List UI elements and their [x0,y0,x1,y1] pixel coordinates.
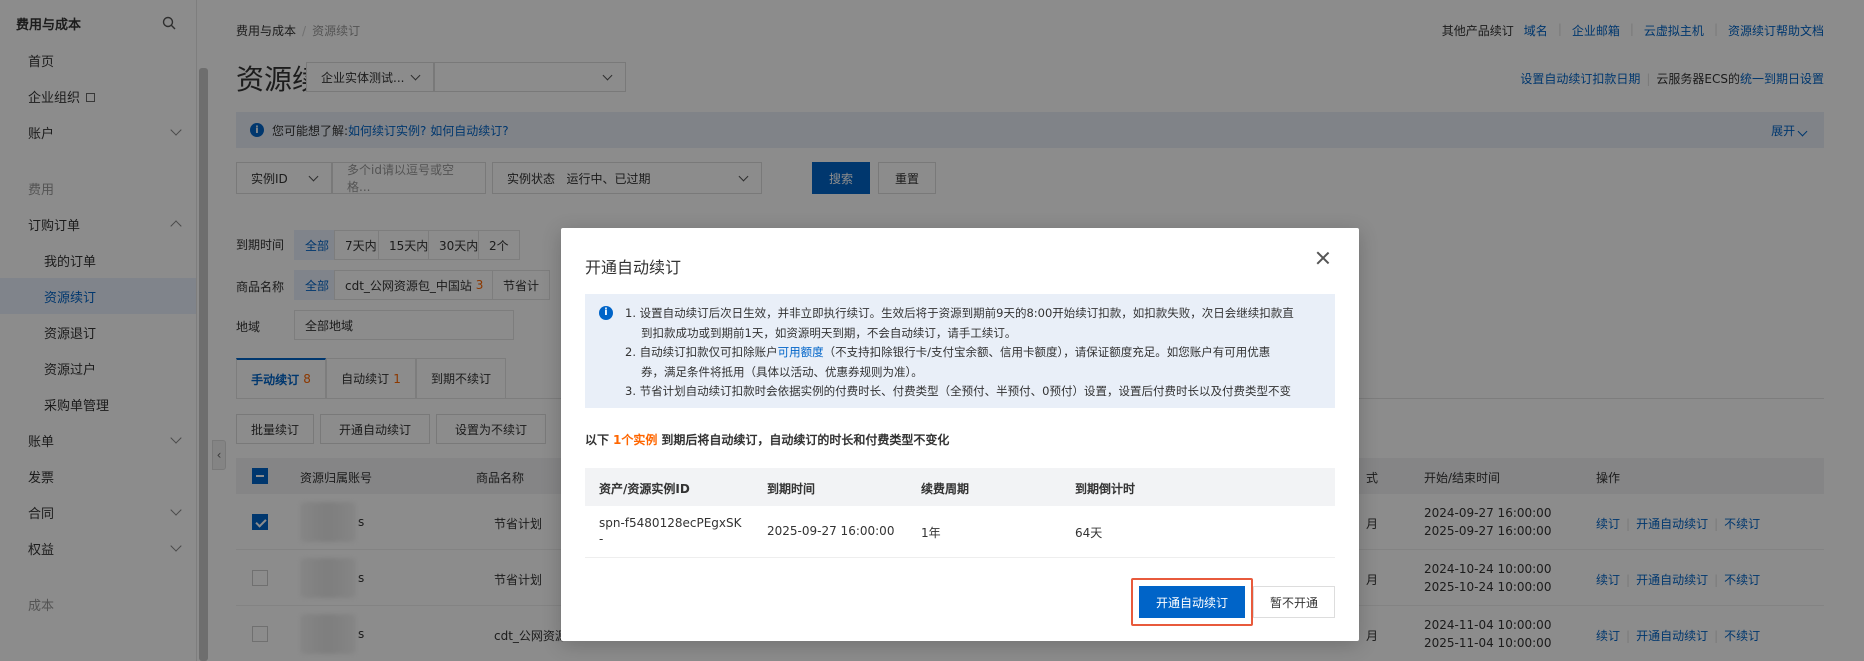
notice-line-3: 3. 节省计划自动续订扣款时会依据实例的付费时长、付费类型（全预付、半预付、0预… [625,384,1291,398]
notice-line-1a: 1. 设置自动续订后次日生效，并非立即执行续订。生效后将于资源到期前9天的8:0… [625,306,1294,320]
col-countdown: 到期倒计时 [1075,482,1136,496]
info-icon: i [599,306,613,320]
summary-suffix: 到期后将自动续订，自动续订的时长和付费类型不变化 [661,433,950,447]
notice-line-2-suffix: （不支持扣除银行卡/支付宝余额、信用卡额度），请保证额度充足。如您账户有可用优惠 [823,345,1271,359]
dialog-title: 开通自动续订 [585,258,682,277]
dialog-table-row: spn-f5480128ecPEgxSK - 2025-09-27 16:00:… [585,506,1335,558]
notice-line-1b: 到扣款成功或到期前1天，如资源明天到期，不会自动续订，请手工续订。 [641,325,1017,340]
summary-count: 1个实例 [613,433,658,447]
summary-prefix: 以下 [585,433,610,447]
col-period: 续费周期 [921,482,970,496]
instance-id-extra: - [599,532,604,546]
instance-countdown: 64天 [1075,526,1103,540]
available-credit-link[interactable]: 可用额度 [778,345,824,359]
notice-line-2b: 券，满足条件将抵用（具体以活动、优惠券规则为准）。 [641,364,923,379]
confirm-auto-renew-button[interactable]: 开通自动续订 [1139,586,1245,618]
dialog-notice: i 1. 设置自动续订后次日生效，并非立即执行续订。生效后将于资源到期前9天的8… [585,294,1335,408]
instance-id: spn-f5480128ecPEgxSK [599,516,742,530]
instance-period: 1年 [921,526,941,540]
dialog-table-header: 资产/资源实例ID 到期时间 续费周期 到期倒计时 [585,468,1335,506]
dialog-summary: 以下 1个实例 到期后将自动续订，自动续订的时长和付费类型不变化 [585,431,949,448]
notice-line-2-prefix: 2. 自动续订扣款仅可扣除账户 [625,345,778,359]
instance-expire: 2025-09-27 16:00:00 [767,524,895,538]
auto-renew-dialog: 开通自动续订 i 1. 设置自动续订后次日生效，并非立即执行续订。生效后将于资源… [561,228,1359,641]
close-icon[interactable] [1315,250,1331,266]
notice-line-2a: 2. 自动续订扣款仅可扣除账户可用额度（不支持扣除银行卡/支付宝余额、信用卡额度… [625,343,1319,363]
col-expire: 到期时间 [767,482,816,496]
cancel-button[interactable]: 暂不开通 [1253,586,1335,618]
col-instance-id: 资产/资源实例ID [599,482,690,496]
